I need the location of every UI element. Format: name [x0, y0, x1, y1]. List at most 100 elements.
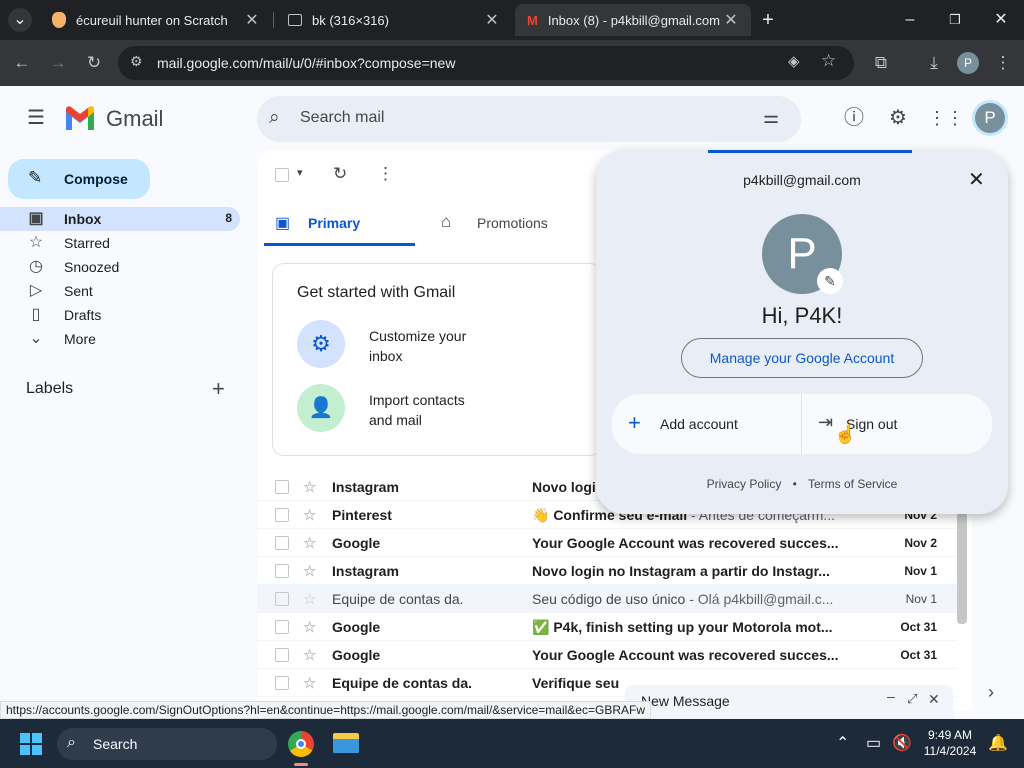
reload-icon[interactable]: ↻: [81, 50, 107, 76]
row-checkbox[interactable]: [275, 592, 289, 606]
mail-row[interactable]: ☆ Google ✅ P4k, finish setting up your Mot…: [257, 613, 957, 641]
taskbar-search[interactable]: ⌕ Search: [57, 728, 277, 760]
minimize-icon[interactable]: –: [898, 8, 922, 32]
lens-icon[interactable]: ◈: [788, 52, 800, 70]
select-all-checkbox[interactable]: [275, 168, 289, 182]
close-tab-icon[interactable]: ✕: [484, 10, 500, 30]
site-info-icon[interactable]: ⚙: [130, 53, 143, 70]
side-panel-chevron-icon[interactable]: ›: [988, 682, 994, 703]
sidebar-item-more[interactable]: ⌄ More: [0, 327, 240, 351]
close-tab-icon[interactable]: ✕: [244, 10, 260, 30]
sidebar-item-inbox[interactable]: ▣ Inbox 8: [0, 207, 240, 231]
gmail-logo-icon[interactable]: [64, 106, 96, 130]
edit-avatar-icon[interactable]: ✎: [817, 268, 843, 294]
sign-out-button[interactable]: ⇥ Sign out ☝: [802, 394, 992, 454]
taskbar-clock[interactable]: 9:49 AM 11/4/2024: [920, 727, 980, 759]
account-avatar[interactable]: P: [975, 103, 1005, 133]
profile-avatar[interactable]: P: [957, 52, 979, 74]
address-bar[interactable]: ⚙ mail.google.com/mail/u/0/#inbox?compos…: [118, 46, 854, 80]
browser-tab-gmail[interactable]: M Inbox (8) - p4kbill@gmail.com ✕: [515, 4, 751, 36]
sidebar-item-drafts[interactable]: ▯ Drafts: [0, 303, 240, 327]
back-icon[interactable]: ←: [9, 50, 35, 76]
close-compose-icon[interactable]: ✕: [928, 691, 940, 708]
forward-icon[interactable]: →: [45, 50, 71, 76]
row-star-icon[interactable]: ☆: [303, 478, 316, 496]
search-options-icon[interactable]: ⚌: [763, 107, 779, 128]
new-message-window[interactable]: New Message – ⤢ ✕: [625, 685, 953, 719]
volume-muted-icon[interactable]: 🔇: [892, 733, 912, 753]
more-actions-icon[interactable]: ⋮: [377, 164, 394, 184]
terms-of-service-link[interactable]: Terms of Service: [808, 477, 897, 491]
gmail-logo-text[interactable]: Gmail: [106, 106, 163, 132]
extensions-icon[interactable]: ⧉: [868, 50, 894, 76]
select-dropdown-icon[interactable]: ▾: [297, 166, 303, 179]
expand-compose-icon[interactable]: ⤢: [907, 691, 917, 707]
mail-row[interactable]: ☆ Equipe de contas da. Seu código de uso ú…: [257, 585, 957, 613]
sidebar-item-sent[interactable]: ▷ Sent: [0, 279, 240, 303]
row-checkbox[interactable]: [275, 620, 289, 634]
row-star-icon[interactable]: ☆: [303, 590, 316, 608]
network-icon[interactable]: ▭: [866, 733, 881, 753]
privacy-policy-link[interactable]: Privacy Policy: [707, 477, 782, 491]
mail-row[interactable]: ☆ Google Your Google Account was recovered…: [257, 529, 957, 557]
mail-row[interactable]: ☆ Google Your Google Account was recovered…: [257, 641, 957, 669]
search-input[interactable]: Search mail: [300, 109, 384, 127]
row-star-icon[interactable]: ☆: [303, 534, 316, 552]
sidebar-item-snoozed[interactable]: ◷ Snoozed: [0, 255, 240, 279]
windows-start-icon[interactable]: [20, 733, 42, 755]
add-account-button[interactable]: + Add account: [612, 394, 802, 454]
main-menu-icon[interactable]: ☰: [22, 104, 50, 132]
close-popup-icon[interactable]: ✕: [968, 167, 985, 192]
row-star-icon[interactable]: ☆: [303, 562, 316, 580]
add-label-icon[interactable]: +: [212, 376, 225, 402]
browser-menu-icon[interactable]: ⋮: [990, 50, 1016, 76]
row-star-icon[interactable]: ☆: [303, 646, 316, 664]
file-explorer-icon[interactable]: [333, 733, 359, 753]
row-checkbox[interactable]: [275, 648, 289, 662]
bookmark-star-icon[interactable]: ☆: [821, 51, 836, 71]
window-close-icon[interactable]: ✕: [989, 8, 1013, 32]
manage-account-button[interactable]: Manage your Google Account: [681, 338, 923, 378]
sidebar-item-starred[interactable]: ☆ Starred: [0, 231, 240, 255]
search-icon[interactable]: ⌕: [269, 107, 280, 129]
notification-bell-icon[interactable]: 🔔: [988, 733, 1008, 753]
mail-subject-text: Novo logi: [532, 479, 596, 495]
tab-promotions[interactable]: ⌂ Promotions: [433, 200, 583, 246]
customize-inbox-link[interactable]: Customize your inbox: [369, 326, 489, 366]
compose-button[interactable]: ✎ Compose: [8, 159, 150, 199]
search-bar[interactable]: ⌕ Search mail ⚌: [257, 96, 801, 142]
mail-row[interactable]: ☆ Instagram Novo login no Instagram a part…: [257, 557, 957, 585]
download-icon[interactable]: ⤓: [921, 50, 947, 76]
account-popup: p4kbill@gmail.com ✕ P ✎ Hi, P4K! Manage …: [596, 150, 1008, 514]
row-checkbox[interactable]: [275, 536, 289, 550]
row-star-icon[interactable]: ☆: [303, 674, 316, 692]
row-checkbox[interactable]: [275, 676, 289, 690]
help-icon[interactable]: ⓘ: [840, 104, 868, 132]
browser-tab-image[interactable]: bk (316×316) ✕: [276, 4, 512, 36]
close-tab-icon[interactable]: ✕: [723, 10, 739, 30]
restore-icon[interactable]: ❐: [943, 8, 967, 32]
apps-grid-icon[interactable]: ⋮⋮: [928, 104, 964, 132]
row-star-icon[interactable]: ☆: [303, 506, 316, 524]
minimize-compose-icon[interactable]: –: [887, 688, 895, 704]
refresh-icon[interactable]: ↻: [333, 164, 347, 184]
chrome-taskbar-icon[interactable]: [288, 731, 314, 757]
account-avatar-ring[interactable]: P: [972, 100, 1008, 136]
browser-tab-scratch[interactable]: écureuil hunter on Scratch ✕: [40, 4, 272, 36]
new-message-title[interactable]: New Message: [641, 693, 730, 709]
settings-gear-icon[interactable]: ⚙: [884, 104, 912, 132]
tab-primary[interactable]: ▣ Primary: [264, 200, 415, 246]
import-contacts-link[interactable]: Import contacts and mail: [369, 390, 489, 430]
row-star-icon[interactable]: ☆: [303, 618, 316, 636]
customize-gear-icon[interactable]: ⚙: [297, 320, 345, 368]
scrollbar-thumb[interactable]: [957, 512, 967, 624]
row-checkbox[interactable]: [275, 480, 289, 494]
row-checkbox[interactable]: [275, 508, 289, 522]
tab-search-chevron-icon[interactable]: ⌄: [8, 8, 32, 32]
clock-date: 11/4/2024: [923, 744, 977, 758]
row-checkbox[interactable]: [275, 564, 289, 578]
add-contact-icon[interactable]: 👤: [297, 384, 345, 432]
tray-chevron-icon[interactable]: ⌃: [836, 733, 849, 753]
url-text[interactable]: mail.google.com/mail/u/0/#inbox?compose=…: [157, 55, 455, 71]
new-tab-icon[interactable]: +: [756, 8, 780, 32]
